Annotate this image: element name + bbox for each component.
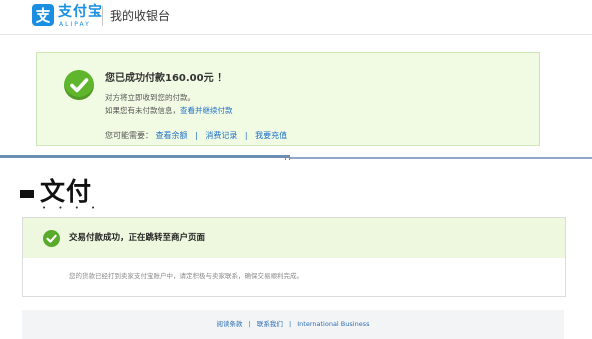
screenshot-seam [0,155,290,158]
brand-name-en: ALIPAY [59,21,91,28]
link-separator: | [195,131,198,140]
payment-note: 对方将立即收到您的付款。 [105,93,195,102]
unpaid-note-text: 如果您有未付款信息， [105,106,180,115]
alipay-logo-icon [20,190,34,198]
top-cashier-screenshot: 支付宝 ALIPAY 我的收银台 您已成功付款160.00元 ！ 对方将立即收到… [0,0,592,158]
page-title: 我的收银台 [110,9,171,23]
bottom-redirect-screenshot: 文付 • • • • 交易付款成功，正在跳转至商户页面 您的货款已经打到卖家支付… [0,160,592,339]
screenshot-seam [290,157,592,159]
alipay-logo-icon [32,4,54,26]
suggested-links: 您可能需要： 查看余额 | 消费记录 | 我要充值 [105,130,287,141]
redirect-panel: 交易付款成功，正在跳转至商户页面 您的货款已经打到卖家支付宝账户中，请定积极与卖… [22,217,566,297]
view-balance-link[interactable]: 查看余额 [156,131,188,140]
redirect-title: 交易付款成功，正在跳转至商户页面 [69,233,206,243]
success-check-icon [64,70,94,100]
link-separator: | [244,131,248,140]
brand-name-partial: 文付 [40,177,93,206]
brand-name: 支付宝 [58,4,103,20]
header-rule [0,34,592,35]
footer-separator: | [288,320,292,328]
payment-success-title: 您已成功付款160.00元 ！ [105,73,228,84]
footer-separator: | [248,320,251,328]
read-terms-link[interactable]: 阅读条款 [217,320,243,328]
footer-links: 阅读条款 | 联系我们 | International Business [22,320,564,329]
payment-success-panel: 您已成功付款160.00元 ！ 对方将立即收到您的付款。 如果您有未付款信息，查… [36,52,540,146]
header-divider [102,6,103,26]
international-business-link[interactable]: International Business [297,320,369,328]
success-check-icon [43,230,60,247]
brand-dots: • • • • [42,204,101,212]
redirect-status-bar: 交易付款成功，正在跳转至商户页面 [23,218,565,258]
footer: 阅读条款 | 联系我们 | International Business [22,310,564,339]
redirect-message: 您的货款已经打到卖家支付宝账户中，请定积极与卖家联系，确保交易顺利完成。 [69,272,303,280]
suggested-links-label: 您可能需要： [105,131,153,140]
contact-us-link[interactable]: 联系我们 [257,320,283,328]
transaction-records-link[interactable]: 消费记录 [205,131,237,140]
recharge-link[interactable]: 我要充值 [255,131,287,140]
unpaid-note: 如果您有未付款信息，查看并继续付款 [105,106,233,116]
view-continue-pay-link[interactable]: 查看并继续付款 [180,106,233,115]
